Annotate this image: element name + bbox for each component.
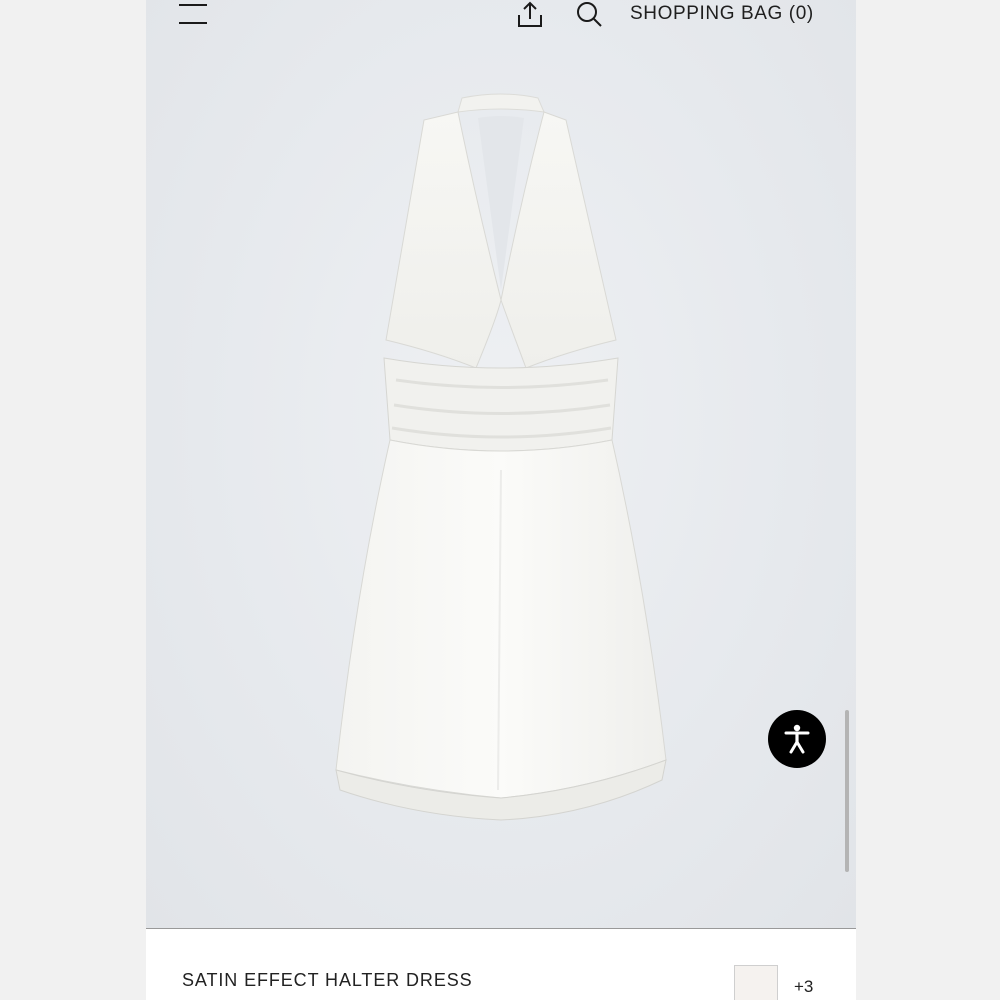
product-image[interactable] bbox=[146, 0, 856, 928]
product-info-panel: SATIN EFFECT HALTER DRESS +3 bbox=[146, 928, 856, 1000]
more-colors-link[interactable]: +3 bbox=[794, 977, 813, 997]
accessibility-icon bbox=[784, 724, 810, 754]
top-bar: SHOPPING BAG (0) bbox=[146, 0, 856, 40]
product-title: SATIN EFFECT HALTER DRESS bbox=[182, 970, 473, 990]
menu-icon[interactable] bbox=[179, 2, 207, 24]
shopping-bag-link[interactable]: SHOPPING BAG (0) bbox=[630, 3, 814, 25]
search-icon[interactable] bbox=[575, 0, 603, 28]
color-swatch[interactable] bbox=[734, 965, 778, 1000]
scrollbar[interactable] bbox=[845, 710, 849, 872]
product-page: SHOPPING BAG (0) SATIN EFFECT HALTER DRE… bbox=[146, 0, 856, 1000]
dress-image bbox=[335, 93, 667, 821]
accessibility-button[interactable] bbox=[768, 710, 826, 768]
share-icon[interactable] bbox=[516, 0, 544, 28]
